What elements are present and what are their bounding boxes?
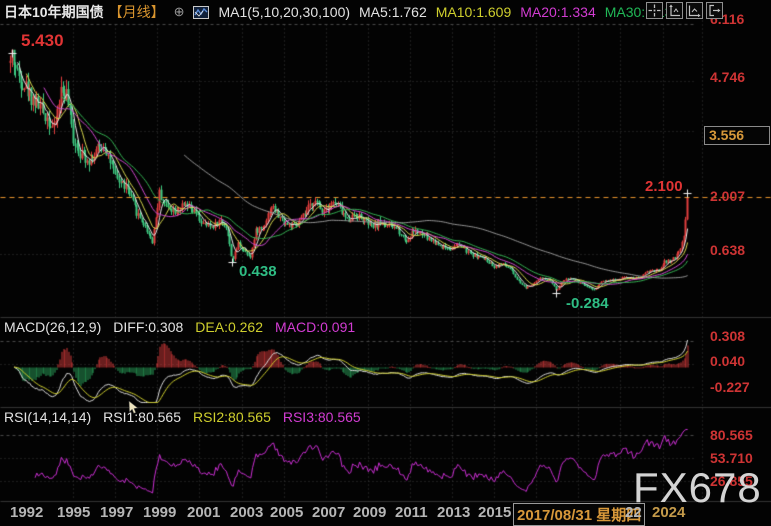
ma5-value: MA5:1.762 xyxy=(359,4,427,20)
year-label: 2015 xyxy=(478,504,511,521)
macd-dea-value: DEA:0.262 xyxy=(195,319,263,335)
pan-crosshair-icon[interactable] xyxy=(646,2,663,19)
year-label: 2001 xyxy=(187,504,220,521)
macd-header: MACD(26,12,9) DIFF:0.308 DEA:0.262 MACD:… xyxy=(4,319,355,335)
year-label: 2009 xyxy=(353,504,386,521)
ma20-value: MA20:1.334 xyxy=(520,4,596,20)
mouse-cursor-icon xyxy=(128,401,140,420)
price-label-4746: 4.746 xyxy=(710,69,745,85)
y-axis-scale-icon[interactable] xyxy=(666,2,683,19)
year-label: 2007 xyxy=(312,504,345,521)
annotation-start-high: 5.430 xyxy=(21,31,64,51)
add-indicator-icon[interactable]: ⊕ xyxy=(174,4,185,20)
chart-toolbar xyxy=(646,2,723,19)
chart-app: 日本10年期国债 【月线】 ⊕ MA1(5,10,20,30,100) MA5:… xyxy=(0,0,771,526)
price-label-0638: 0.638 xyxy=(710,242,745,258)
year-label: 1995 xyxy=(57,504,90,521)
price-chart-canvas[interactable] xyxy=(0,0,771,526)
header-bar: 日本10年期国债 【月线】 ⊕ MA1(5,10,20,30,100) MA5:… xyxy=(4,2,672,22)
rsi3-value: RSI3:80.565 xyxy=(283,409,361,425)
macd-value: MACD:0.091 xyxy=(275,319,355,335)
rsi-label-top: 80.565 xyxy=(710,427,753,443)
annotation-recent-high: 2.100 xyxy=(645,178,683,195)
year-label: 2005 xyxy=(270,504,303,521)
price-scale-box[interactable]: 3.556 xyxy=(704,126,770,145)
macd-label-top: 0.308 xyxy=(710,328,745,344)
ma10-value: MA10:1.609 xyxy=(436,4,512,20)
rsi1-value: RSI1:80.565 xyxy=(103,409,181,425)
macd-label-bot: -0.227 xyxy=(710,379,750,395)
annotation-mid-low: 0.438 xyxy=(239,263,277,280)
fx678-watermark: FX678 xyxy=(633,464,762,512)
macd-label-mid: 0.040 xyxy=(710,353,745,369)
exit-kline-icon[interactable] xyxy=(706,2,723,19)
year-label: 2013 xyxy=(437,504,470,521)
rsi-header: RSI(14,14,14) RSI1:80.565 RSI2:80.565 RS… xyxy=(4,409,361,425)
current-price-label: 2.007 xyxy=(710,188,745,204)
year-label: 1992 xyxy=(10,504,43,521)
instrument-title: 日本10年期国债 xyxy=(4,2,104,22)
macd-diff-value: DIFF:0.308 xyxy=(113,319,183,335)
rsi2-value: RSI2:80.565 xyxy=(193,409,271,425)
macd-params-label[interactable]: MACD(26,12,9) xyxy=(4,319,101,335)
year-label: 2003 xyxy=(230,504,263,521)
rsi-params-label[interactable]: RSI(14,14,14) xyxy=(4,409,91,425)
period-label[interactable]: 【月线】 xyxy=(109,2,165,22)
annotation-neg-low: -0.284 xyxy=(566,295,609,312)
chart-type-icon[interactable] xyxy=(193,6,209,19)
ma-settings-label[interactable]: MA1(5,10,20,30,100) xyxy=(218,4,350,20)
year-label: 1999 xyxy=(143,504,176,521)
x-axis-scale-icon[interactable] xyxy=(686,2,703,19)
year-label: 1997 xyxy=(100,504,133,521)
year-label: 2011 xyxy=(395,504,428,521)
